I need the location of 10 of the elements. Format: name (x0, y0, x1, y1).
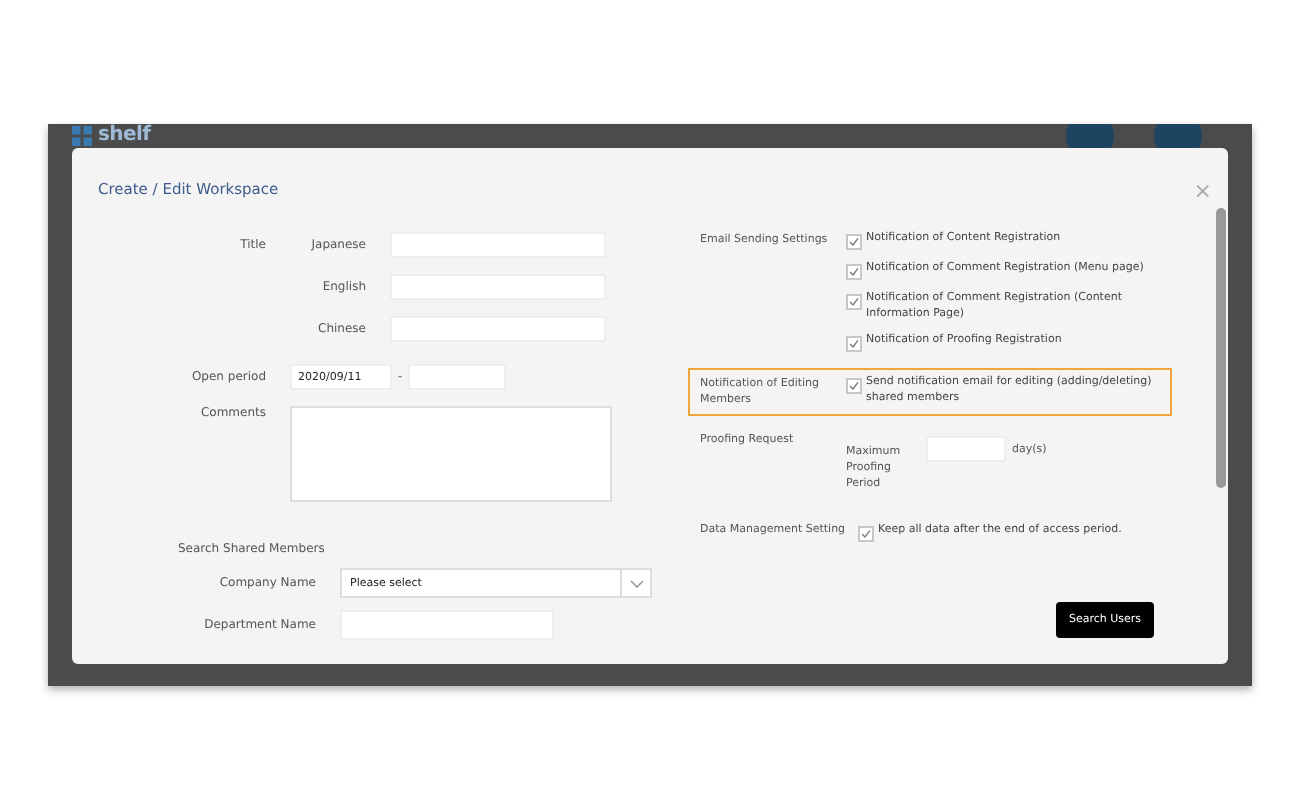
checked-checkbox[interactable] (846, 264, 862, 280)
logo-text: shelf (98, 124, 151, 146)
chevron-down-icon (629, 579, 643, 587)
checked-checkbox[interactable] (846, 294, 862, 310)
logo-icon (72, 125, 92, 145)
checked-checkbox[interactable] (846, 378, 862, 394)
scrollbar-thumb[interactable] (1216, 208, 1226, 488)
checked-checkbox[interactable] (846, 234, 862, 250)
checked-checkbox[interactable] (846, 336, 862, 352)
checked-checkbox[interactable] (858, 526, 874, 542)
